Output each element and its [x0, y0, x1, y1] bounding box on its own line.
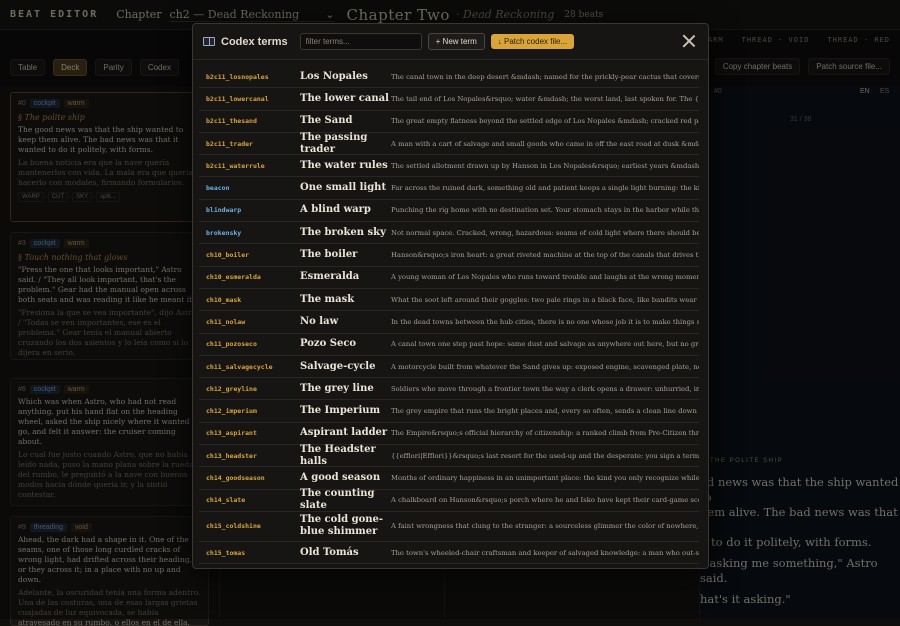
term-definition: Far across the ruined dark, something ol…: [391, 184, 699, 192]
term-row[interactable]: ch15_tomasOld TomásThe town's wheeled-ch…: [199, 542, 699, 564]
term-name: A good season: [300, 472, 391, 484]
term-key: ch14_goodseason: [199, 474, 300, 482]
term-definition: A canal town one step past hope: same du…: [391, 340, 699, 348]
term-row[interactable]: b2c11_traderThe passing traderA man with…: [199, 133, 699, 155]
term-row[interactable]: b2c11_losnopalesLos NopalesThe canal tow…: [199, 66, 699, 88]
term-row[interactable]: blindwarpA blind warpPunching the rig ho…: [199, 200, 699, 222]
terms-list: b2c11_losnopalesLos NopalesThe canal tow…: [199, 66, 699, 564]
term-row[interactable]: b2c11_thesandThe SandThe great empty fla…: [199, 111, 699, 133]
term-key: b2c11_losnopales: [199, 73, 300, 81]
term-name: No law: [300, 316, 391, 328]
term-key: ch15_coldshine: [199, 522, 300, 530]
filter-terms-input[interactable]: [300, 33, 422, 50]
term-row[interactable]: ch15_coldshineThe cold gone-blue shimmer…: [199, 512, 699, 542]
patch-codex-button[interactable]: ↓ Patch codex file...: [491, 34, 574, 49]
term-definition: The settled allotment drawn up by Hanson…: [391, 162, 699, 170]
term-name: The counting slate: [300, 488, 391, 512]
term-row[interactable]: beaconOne small lightFar across the ruin…: [199, 177, 699, 199]
book-icon: [203, 37, 215, 46]
term-key: beacon: [199, 184, 300, 192]
term-key: ch13_headster: [199, 452, 300, 460]
close-icon[interactable]: [682, 34, 696, 48]
term-definition: {{efflori|Efflori}}&rsquo;s last resort …: [391, 452, 699, 460]
term-key: ch14_slate: [199, 496, 300, 504]
term-name: A blind warp: [300, 204, 391, 216]
term-definition: Soldiers who move through a frontier tow…: [391, 385, 699, 393]
term-definition: The town's wheeled-chair craftsman and k…: [391, 549, 699, 557]
term-row[interactable]: ch10_esmeraldaEsmeraldaA young woman of …: [199, 267, 699, 289]
term-key: ch12_greyline: [199, 385, 300, 393]
term-key: brokensky: [199, 229, 300, 237]
term-name: The cold gone-blue shimmer: [300, 514, 391, 538]
term-key: ch15_tomas: [199, 549, 300, 557]
term-definition: The grey empire that runs the bright pla…: [391, 407, 699, 415]
term-definition: Months of ordinary happiness in an unimp…: [391, 474, 699, 482]
term-name: Los Nopales: [300, 71, 391, 83]
term-definition: A young woman of Los Nopales who runs to…: [391, 273, 699, 281]
term-name: The mask: [300, 294, 391, 306]
term-row[interactable]: brokenskyThe broken skyNot normal space.…: [199, 222, 699, 244]
term-key: ch10_boiler: [199, 251, 300, 259]
modal-title: Codex terms: [221, 36, 288, 48]
term-key: ch13_aspirant: [199, 429, 300, 437]
term-row[interactable]: ch11_salvagecycleSalvage-cycleA motorcyc…: [199, 356, 699, 378]
term-name: The lower canal: [300, 93, 391, 105]
term-definition: The Empire&rsquo;s official hierarchy of…: [391, 429, 699, 437]
term-row[interactable]: ch10_boilerThe boilerHanson&rsquo;s iron…: [199, 244, 699, 266]
term-definition: Punching the rig home with no destinatio…: [391, 206, 699, 214]
term-row[interactable]: ch14_goodseasonA good seasonMonths of or…: [199, 467, 699, 489]
term-name: Esmeralda: [300, 271, 391, 283]
term-key: b2c11_thesand: [199, 117, 300, 125]
term-row[interactable]: ch12_imperiumThe ImperiumThe grey empire…: [199, 400, 699, 422]
term-key: ch11_nolaw: [199, 318, 300, 326]
term-definition: A man with a cart of salvage and small g…: [391, 140, 699, 148]
term-name: The Headster halls: [300, 444, 391, 468]
term-key: b2c11_waterrule: [199, 162, 300, 170]
term-definition: A chalkboard on Hanson&rsquo;s porch whe…: [391, 496, 699, 504]
term-key: ch10_esmeralda: [199, 273, 300, 281]
term-row[interactable]: ch12_greylineThe grey lineSoldiers who m…: [199, 378, 699, 400]
term-definition: Not normal space. Cracked, wrong, hazard…: [391, 229, 699, 237]
term-row[interactable]: b2c11_lowercanalThe lower canalThe tail …: [199, 88, 699, 110]
term-name: The water rules: [300, 160, 391, 172]
term-row[interactable]: b2c11_waterruleThe water rulesThe settle…: [199, 155, 699, 177]
term-row[interactable]: ch13_headsterThe Headster halls{{efflori…: [199, 445, 699, 467]
term-row[interactable]: ch11_pozosecoPozo SecoA canal town one s…: [199, 334, 699, 356]
term-row[interactable]: ch10_maskThe maskWhat the soot left arou…: [199, 289, 699, 311]
modal-header: Codex terms + New term ↓ Patch codex fil…: [193, 24, 708, 60]
term-definition: The canal town in the deep desert &mdash…: [391, 73, 699, 81]
term-key: ch11_salvagecycle: [199, 363, 300, 371]
term-name: Old Tomás: [300, 547, 391, 559]
term-key: b2c11_lowercanal: [199, 95, 300, 103]
term-name: One small light: [300, 182, 391, 194]
term-key: ch12_imperium: [199, 407, 300, 415]
term-key: blindwarp: [199, 206, 300, 214]
term-definition: The great empty flatness beyond the sett…: [391, 117, 699, 125]
term-definition: A faint wrongness that clung to the stra…: [391, 522, 699, 530]
term-key: ch10_mask: [199, 296, 300, 304]
term-definition: Hanson&rsquo;s iron heart: a great rivet…: [391, 251, 699, 259]
term-definition: A motorcycle built from whatever the San…: [391, 363, 699, 371]
term-name: The grey line: [300, 383, 391, 395]
term-name: The Imperium: [300, 405, 391, 417]
term-name: Aspirant ladder: [300, 427, 391, 439]
term-name: The boiler: [300, 249, 391, 261]
term-name: The broken sky: [300, 227, 391, 239]
term-name: Pozo Seco: [300, 338, 391, 350]
term-definition: What the soot left around their goggles:…: [391, 296, 699, 304]
codex-terms-modal: Codex terms + New term ↓ Patch codex fil…: [192, 23, 709, 569]
term-name: The Sand: [300, 115, 391, 127]
term-definition: The tail end of Los Nopales&rsquo; water…: [391, 95, 699, 103]
term-key: ch11_pozoseco: [199, 340, 300, 348]
new-term-button[interactable]: + New term: [428, 33, 485, 50]
term-row[interactable]: ch11_nolawNo lawIn the dead towns betwee…: [199, 311, 699, 333]
term-name: The passing trader: [300, 132, 391, 156]
term-key: b2c11_trader: [199, 140, 300, 148]
term-row[interactable]: ch14_slateThe counting slateA chalkboard…: [199, 490, 699, 512]
term-row[interactable]: ch13_aspirantAspirant ladderThe Empire&r…: [199, 423, 699, 445]
term-name: Salvage-cycle: [300, 361, 391, 373]
term-definition: In the dead towns between the hub cities…: [391, 318, 699, 326]
